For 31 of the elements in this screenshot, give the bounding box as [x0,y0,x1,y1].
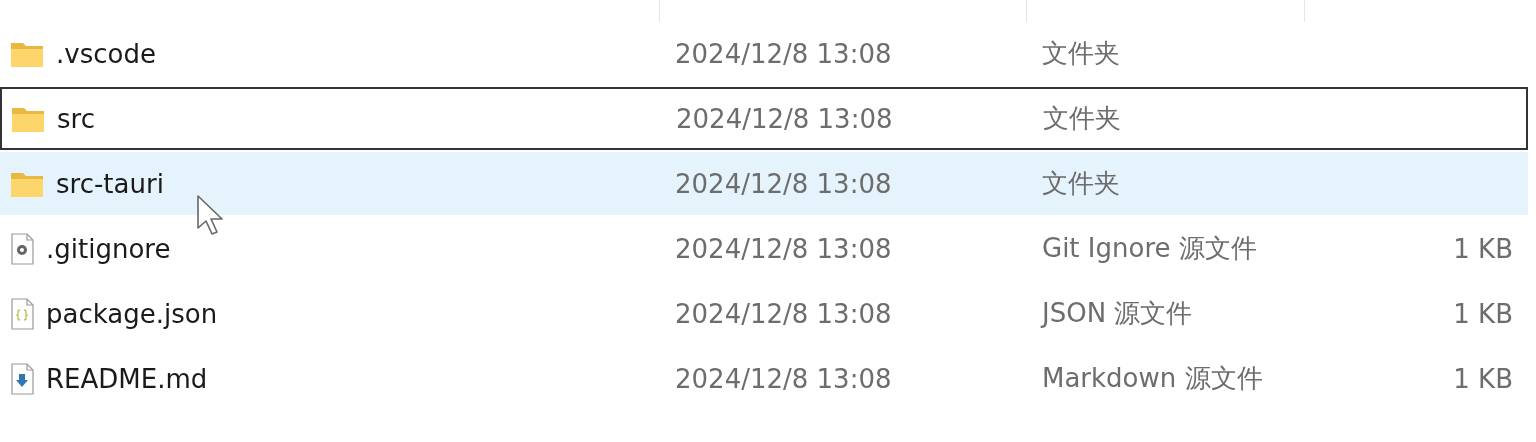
file-type: 文件夹 [1042,102,1122,135]
file-name: src [57,103,95,134]
download-file-icon [10,362,34,395]
file-size: 1 KB [1452,363,1514,394]
json-file-icon [10,297,34,330]
modified-date: 2024/12/8 13:08 [674,233,893,264]
file-row[interactable]: .vscode 2024/12/8 13:08 文件夹 [0,22,1528,85]
file-type: Git Ignore 源文件 [1041,232,1258,265]
file-type: Markdown 源文件 [1041,362,1264,395]
file-size: 1 KB [1452,233,1514,264]
file-row[interactable]: src-tauri 2024/12/8 13:08 文件夹 [0,152,1528,215]
modified-date: 2024/12/8 13:08 [674,363,893,394]
file-name: .vscode [56,38,156,69]
file-row[interactable]: .gitignore 2024/12/8 13:08 Git Ignore 源文件 1 KB [0,217,1528,280]
modified-date: 2024/12/8 13:08 [675,103,894,134]
file-type: JSON 源文件 [1039,297,1194,330]
file-row[interactable]: src 2024/12/8 13:08 文件夹 [0,87,1528,150]
file-type: 文件夹 [1041,37,1121,70]
pointer-icon [196,194,226,236]
file-name: src-tauri [56,168,164,199]
modified-date: 2024/12/8 13:08 [674,168,893,199]
modified-date: 2024/12/8 13:08 [674,38,893,69]
file-name: package.json [46,298,218,329]
file-name: .gitignore [46,233,171,264]
file-row[interactable]: README.md 2024/12/8 13:08 Markdown 源文件 1 KB [0,347,1528,410]
modified-date: 2024/12/8 13:08 [674,298,893,329]
file-row[interactable]: package.json 2024/12/8 13:08 JSON 源文件 1 KB [0,282,1528,345]
file-type: 文件夹 [1041,167,1121,200]
file-name: README.md [46,363,208,394]
file-size: 1 KB [1452,298,1514,329]
gear-file-icon [10,232,34,265]
